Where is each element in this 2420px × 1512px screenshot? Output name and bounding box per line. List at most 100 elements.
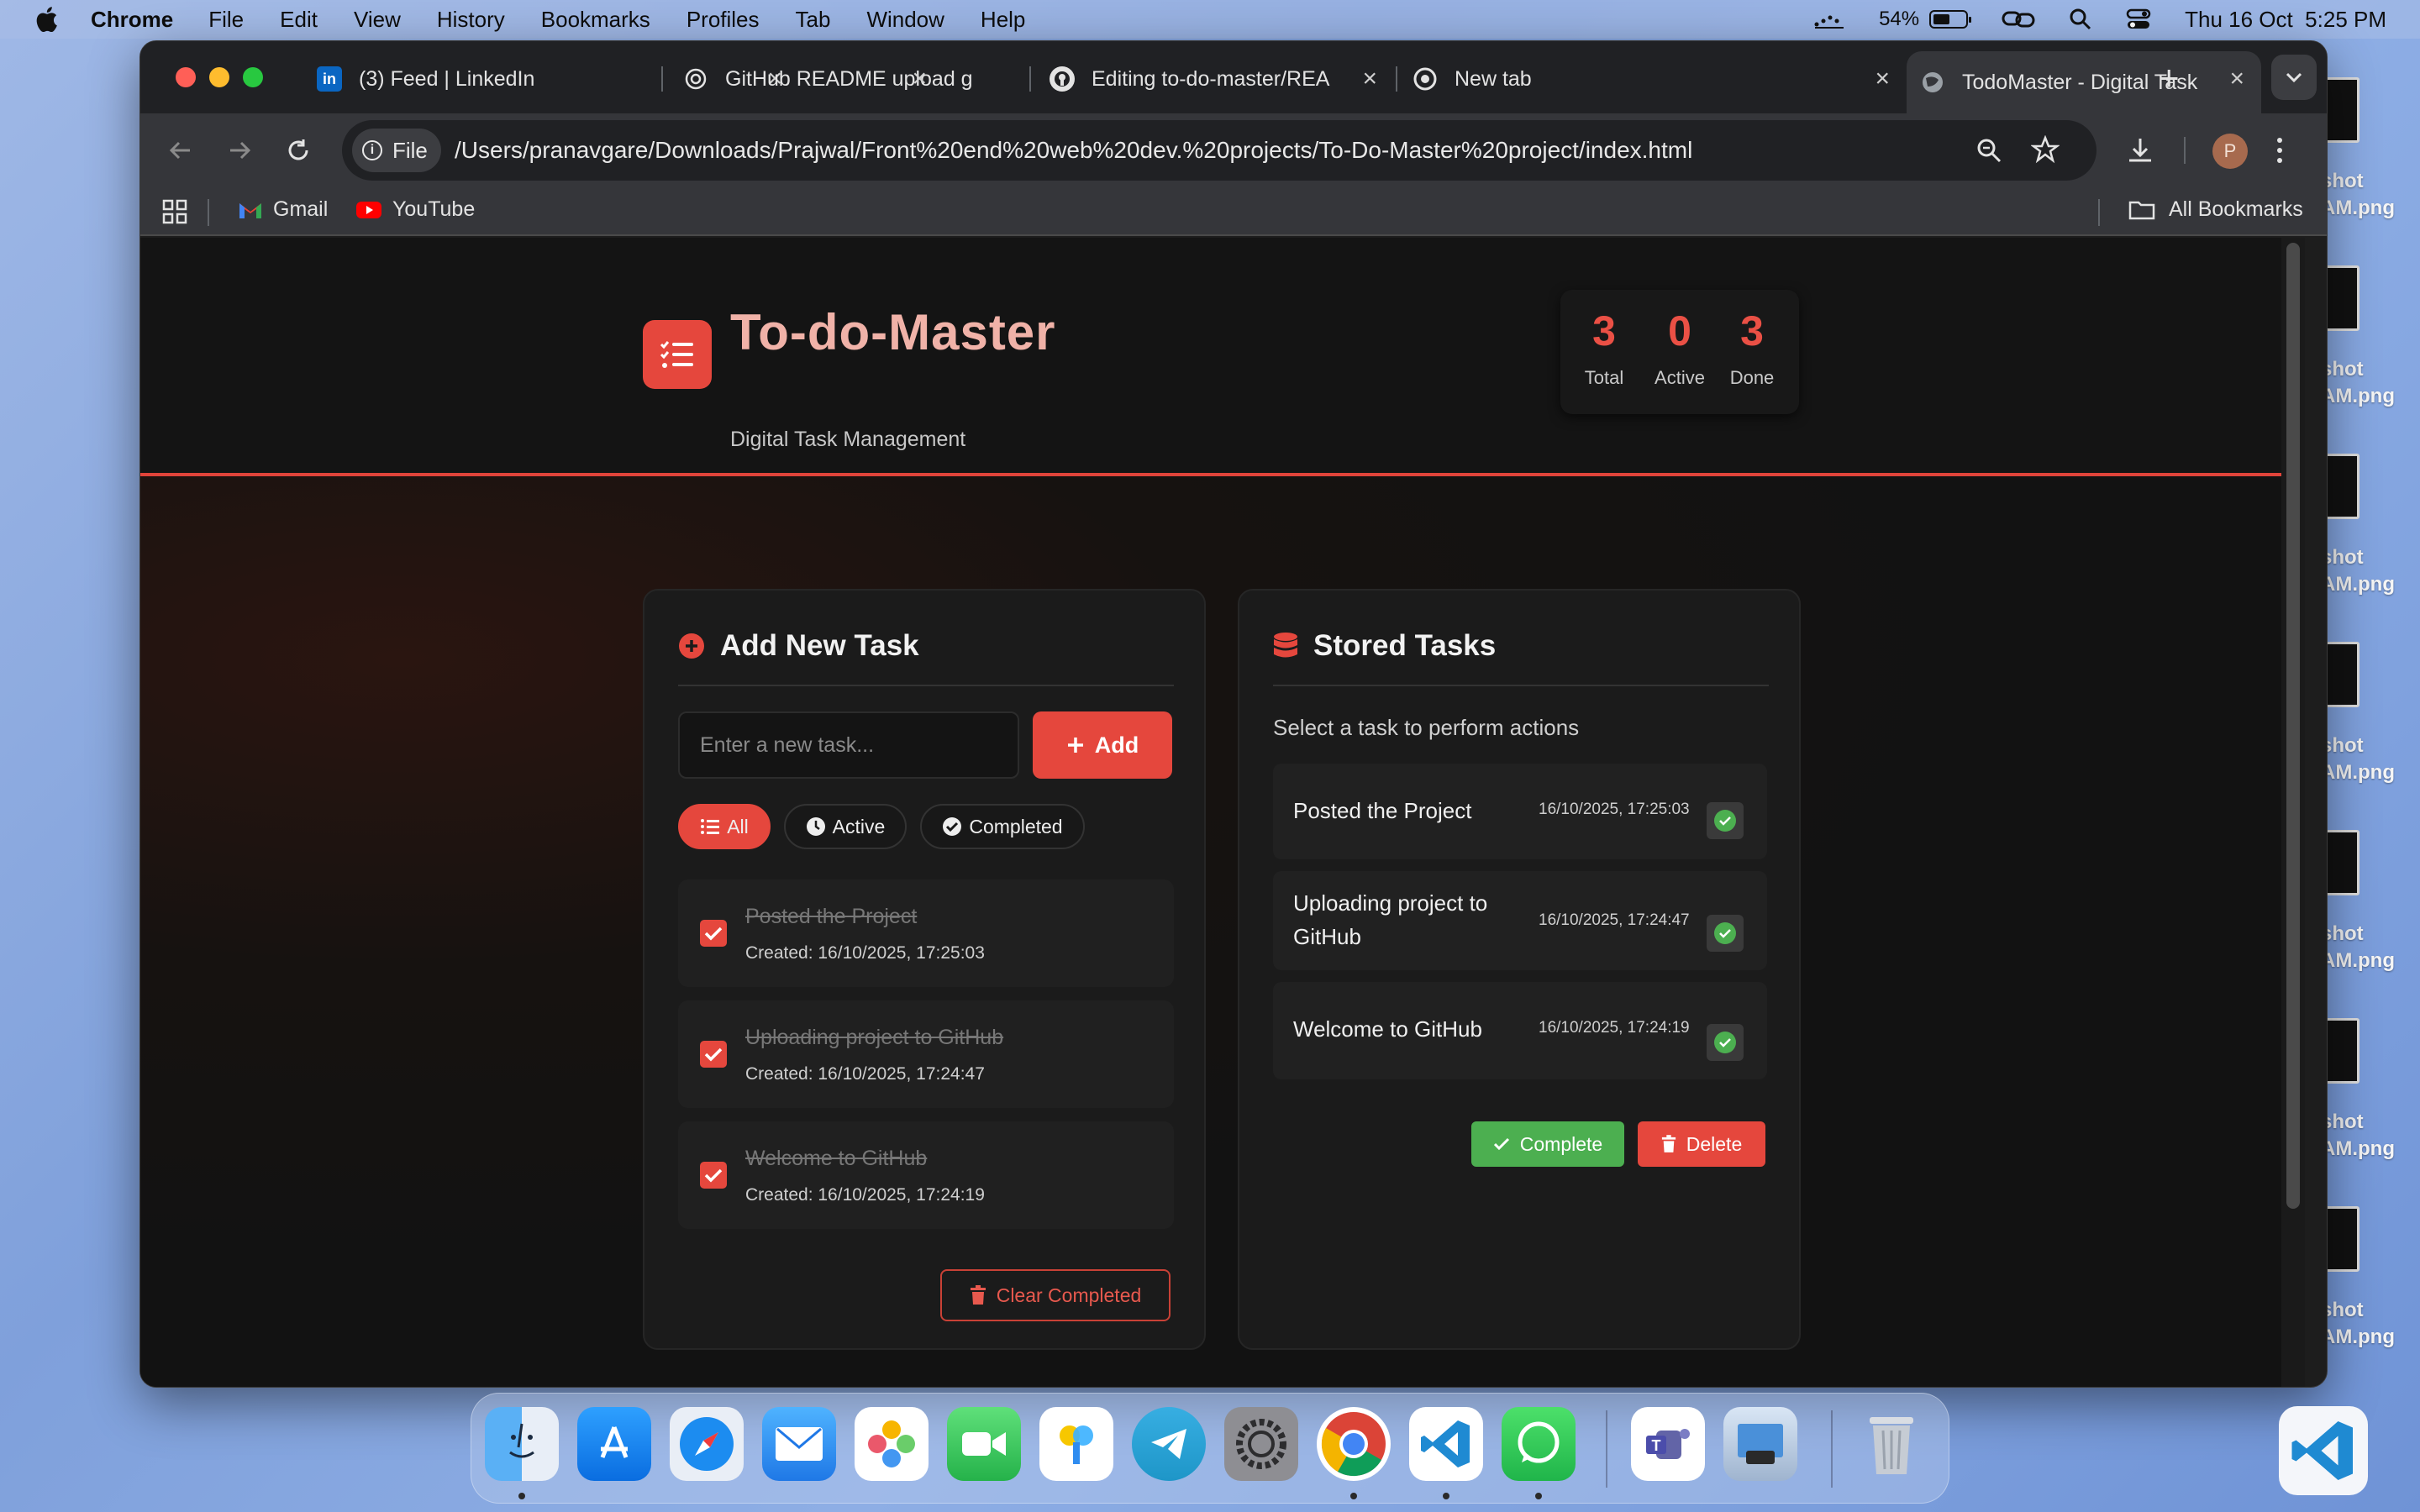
file-thumbnail bbox=[2324, 1206, 2360, 1272]
menu-edit[interactable]: Edit bbox=[280, 7, 318, 33]
desktop-file[interactable]: shot AM.png bbox=[2321, 830, 2420, 998]
tab-separator bbox=[1396, 66, 1397, 92]
add-task-button[interactable]: Add bbox=[1033, 711, 1172, 779]
url-text[interactable]: /Users/pranavgare/Downloads/Prajwal/Fron… bbox=[455, 137, 1692, 164]
apple-logo-icon[interactable] bbox=[34, 6, 59, 33]
close-tab-icon[interactable]: × bbox=[2229, 66, 2244, 92]
stored-task-status[interactable] bbox=[1707, 802, 1744, 839]
filter-active[interactable]: Active bbox=[784, 804, 907, 849]
new-tab-button[interactable]: + bbox=[2159, 58, 2180, 98]
tab-github[interactable]: Editing to-do-master/REA × bbox=[1031, 51, 1377, 107]
tab-search-button[interactable] bbox=[2271, 55, 2317, 100]
desktop-file[interactable]: shot AM.png bbox=[2321, 265, 2420, 433]
safari-icon[interactable] bbox=[670, 1407, 744, 1481]
passwords-icon[interactable] bbox=[1039, 1407, 1113, 1481]
checklist-icon bbox=[660, 341, 693, 368]
system-settings-icon[interactable] bbox=[1224, 1407, 1298, 1481]
filter-completed[interactable]: Completed bbox=[920, 804, 1085, 849]
menu-tab[interactable]: Tab bbox=[796, 7, 831, 33]
telegram-icon[interactable] bbox=[1132, 1407, 1206, 1481]
chrome-app-icon[interactable] bbox=[1317, 1407, 1391, 1481]
maximize-window-button[interactable] bbox=[243, 67, 263, 87]
link-icon[interactable] bbox=[2002, 8, 2035, 31]
close-tab-icon[interactable]: × bbox=[912, 66, 927, 92]
menu-app-name[interactable]: Chrome bbox=[91, 7, 173, 33]
plus-icon bbox=[1067, 738, 1083, 753]
close-tab-icon[interactable]: × bbox=[1875, 66, 1890, 92]
forward-button[interactable] bbox=[219, 130, 260, 171]
close-window-button[interactable] bbox=[176, 67, 196, 87]
apps-grid-icon[interactable] bbox=[162, 199, 187, 224]
desktop-file[interactable]: shot AM.png bbox=[2321, 77, 2420, 245]
stage-manager-icon[interactable] bbox=[1813, 9, 1845, 29]
dock-separator bbox=[1606, 1410, 1607, 1488]
add-task-card: Add New Task Add All Active Completed bbox=[643, 589, 1206, 1350]
trash-bin-icon[interactable] bbox=[1854, 1407, 1928, 1481]
stored-task-item[interactable]: Uploading project to GitHub 16/10/2025, 1… bbox=[1273, 871, 1767, 970]
bookmark-gmail[interactable]: Gmail bbox=[238, 197, 328, 222]
bookmark-youtube[interactable]: YouTube bbox=[355, 197, 475, 222]
teams-icon[interactable]: T bbox=[1631, 1407, 1705, 1481]
checkmark-icon bbox=[1493, 1137, 1509, 1151]
battery-icon[interactable] bbox=[1929, 10, 1972, 29]
desktop-file[interactable]: shot AM.png bbox=[2321, 642, 2420, 810]
page-scrollbar[interactable] bbox=[2281, 238, 2305, 1387]
clear-completed-button[interactable]: Clear Completed bbox=[940, 1269, 1171, 1321]
menu-view[interactable]: View bbox=[354, 7, 401, 33]
scrollbar-thumb[interactable] bbox=[2286, 243, 2300, 1209]
control-center-icon[interactable] bbox=[2126, 8, 2151, 31]
desktop-file[interactable]: shot AM.png bbox=[2321, 1018, 2420, 1186]
menu-help[interactable]: Help bbox=[981, 7, 1025, 33]
mail-icon[interactable] bbox=[762, 1407, 836, 1481]
facetime-icon[interactable] bbox=[947, 1407, 1021, 1481]
app-store-icon[interactable] bbox=[577, 1407, 651, 1481]
minimize-window-button[interactable] bbox=[209, 67, 229, 87]
task-checkbox[interactable] bbox=[700, 1041, 727, 1068]
desktop-file[interactable]: shot AM.png bbox=[2321, 454, 2420, 622]
star-bookmark-icon[interactable] bbox=[2031, 135, 2060, 164]
task-item[interactable]: Welcome to GitHub Created: 16/10/2025, 1… bbox=[678, 1121, 1174, 1229]
task-item[interactable]: Uploading project to GitHub Created: 16/… bbox=[678, 1000, 1174, 1108]
vscode-icon[interactable] bbox=[2279, 1406, 2368, 1495]
profile-avatar[interactable]: P bbox=[2212, 134, 2248, 169]
stored-tasks-card: Stored Tasks Select a task to perform ac… bbox=[1238, 589, 1801, 1350]
all-bookmarks-button[interactable]: All Bookmarks bbox=[2128, 197, 2303, 222]
task-checkbox[interactable] bbox=[700, 1162, 727, 1189]
complete-button[interactable]: Complete bbox=[1471, 1121, 1624, 1167]
tab-todomaster[interactable]: TodoMaster - Digital Task × bbox=[1907, 51, 2261, 113]
tab-strip: in (3) Feed | LinkedIn × GitHub README u… bbox=[140, 41, 2327, 113]
bookmark-label: Gmail bbox=[273, 197, 329, 221]
photos-icon[interactable] bbox=[855, 1407, 929, 1481]
menu-bookmarks[interactable]: Bookmarks bbox=[541, 7, 650, 33]
spotlight-search-icon[interactable] bbox=[2069, 8, 2092, 31]
task-item[interactable]: Posted the Project Created: 16/10/2025, … bbox=[678, 879, 1174, 987]
menu-history[interactable]: History bbox=[437, 7, 505, 33]
preview-icon[interactable] bbox=[1723, 1407, 1797, 1481]
menu-datetime[interactable]: Thu 16 Oct 5:25 PM bbox=[2185, 7, 2386, 33]
whatsapp-icon[interactable] bbox=[1502, 1407, 1576, 1481]
task-checkbox[interactable] bbox=[700, 920, 727, 947]
app-subtitle: Digital Task Management bbox=[730, 428, 966, 451]
download-icon[interactable] bbox=[2125, 135, 2155, 165]
address-bar[interactable]: i File /Users/pranavgare/Downloads/Prajw… bbox=[342, 120, 2096, 181]
stored-task-status[interactable] bbox=[1707, 1024, 1744, 1061]
stored-task-status[interactable] bbox=[1707, 915, 1744, 952]
close-tab-icon[interactable]: × bbox=[1362, 66, 1377, 92]
desktop-file[interactable]: shot AM.png bbox=[2321, 1206, 2420, 1374]
new-task-input[interactable] bbox=[678, 711, 1019, 779]
stored-task-item[interactable]: Welcome to GitHub 16/10/2025, 17:24:19 bbox=[1273, 982, 1767, 1079]
site-info-chip[interactable]: i File bbox=[352, 129, 441, 172]
reload-button[interactable] bbox=[278, 130, 318, 171]
kebab-menu-icon[interactable] bbox=[2275, 135, 2285, 165]
tab-new-tab[interactable]: New tab × bbox=[1413, 51, 1895, 107]
stored-task-item[interactable]: Posted the Project 16/10/2025, 17:25:03 bbox=[1273, 764, 1767, 859]
finder-icon[interactable] bbox=[485, 1407, 559, 1481]
back-button[interactable] bbox=[160, 130, 201, 171]
menu-profiles[interactable]: Profiles bbox=[687, 7, 760, 33]
menu-window[interactable]: Window bbox=[866, 7, 944, 33]
zoom-icon[interactable] bbox=[1975, 137, 2002, 164]
delete-button[interactable]: Delete bbox=[1638, 1121, 1765, 1167]
filter-all[interactable]: All bbox=[678, 804, 771, 849]
menu-file[interactable]: File bbox=[208, 7, 244, 33]
vscode-icon[interactable] bbox=[1409, 1407, 1483, 1481]
